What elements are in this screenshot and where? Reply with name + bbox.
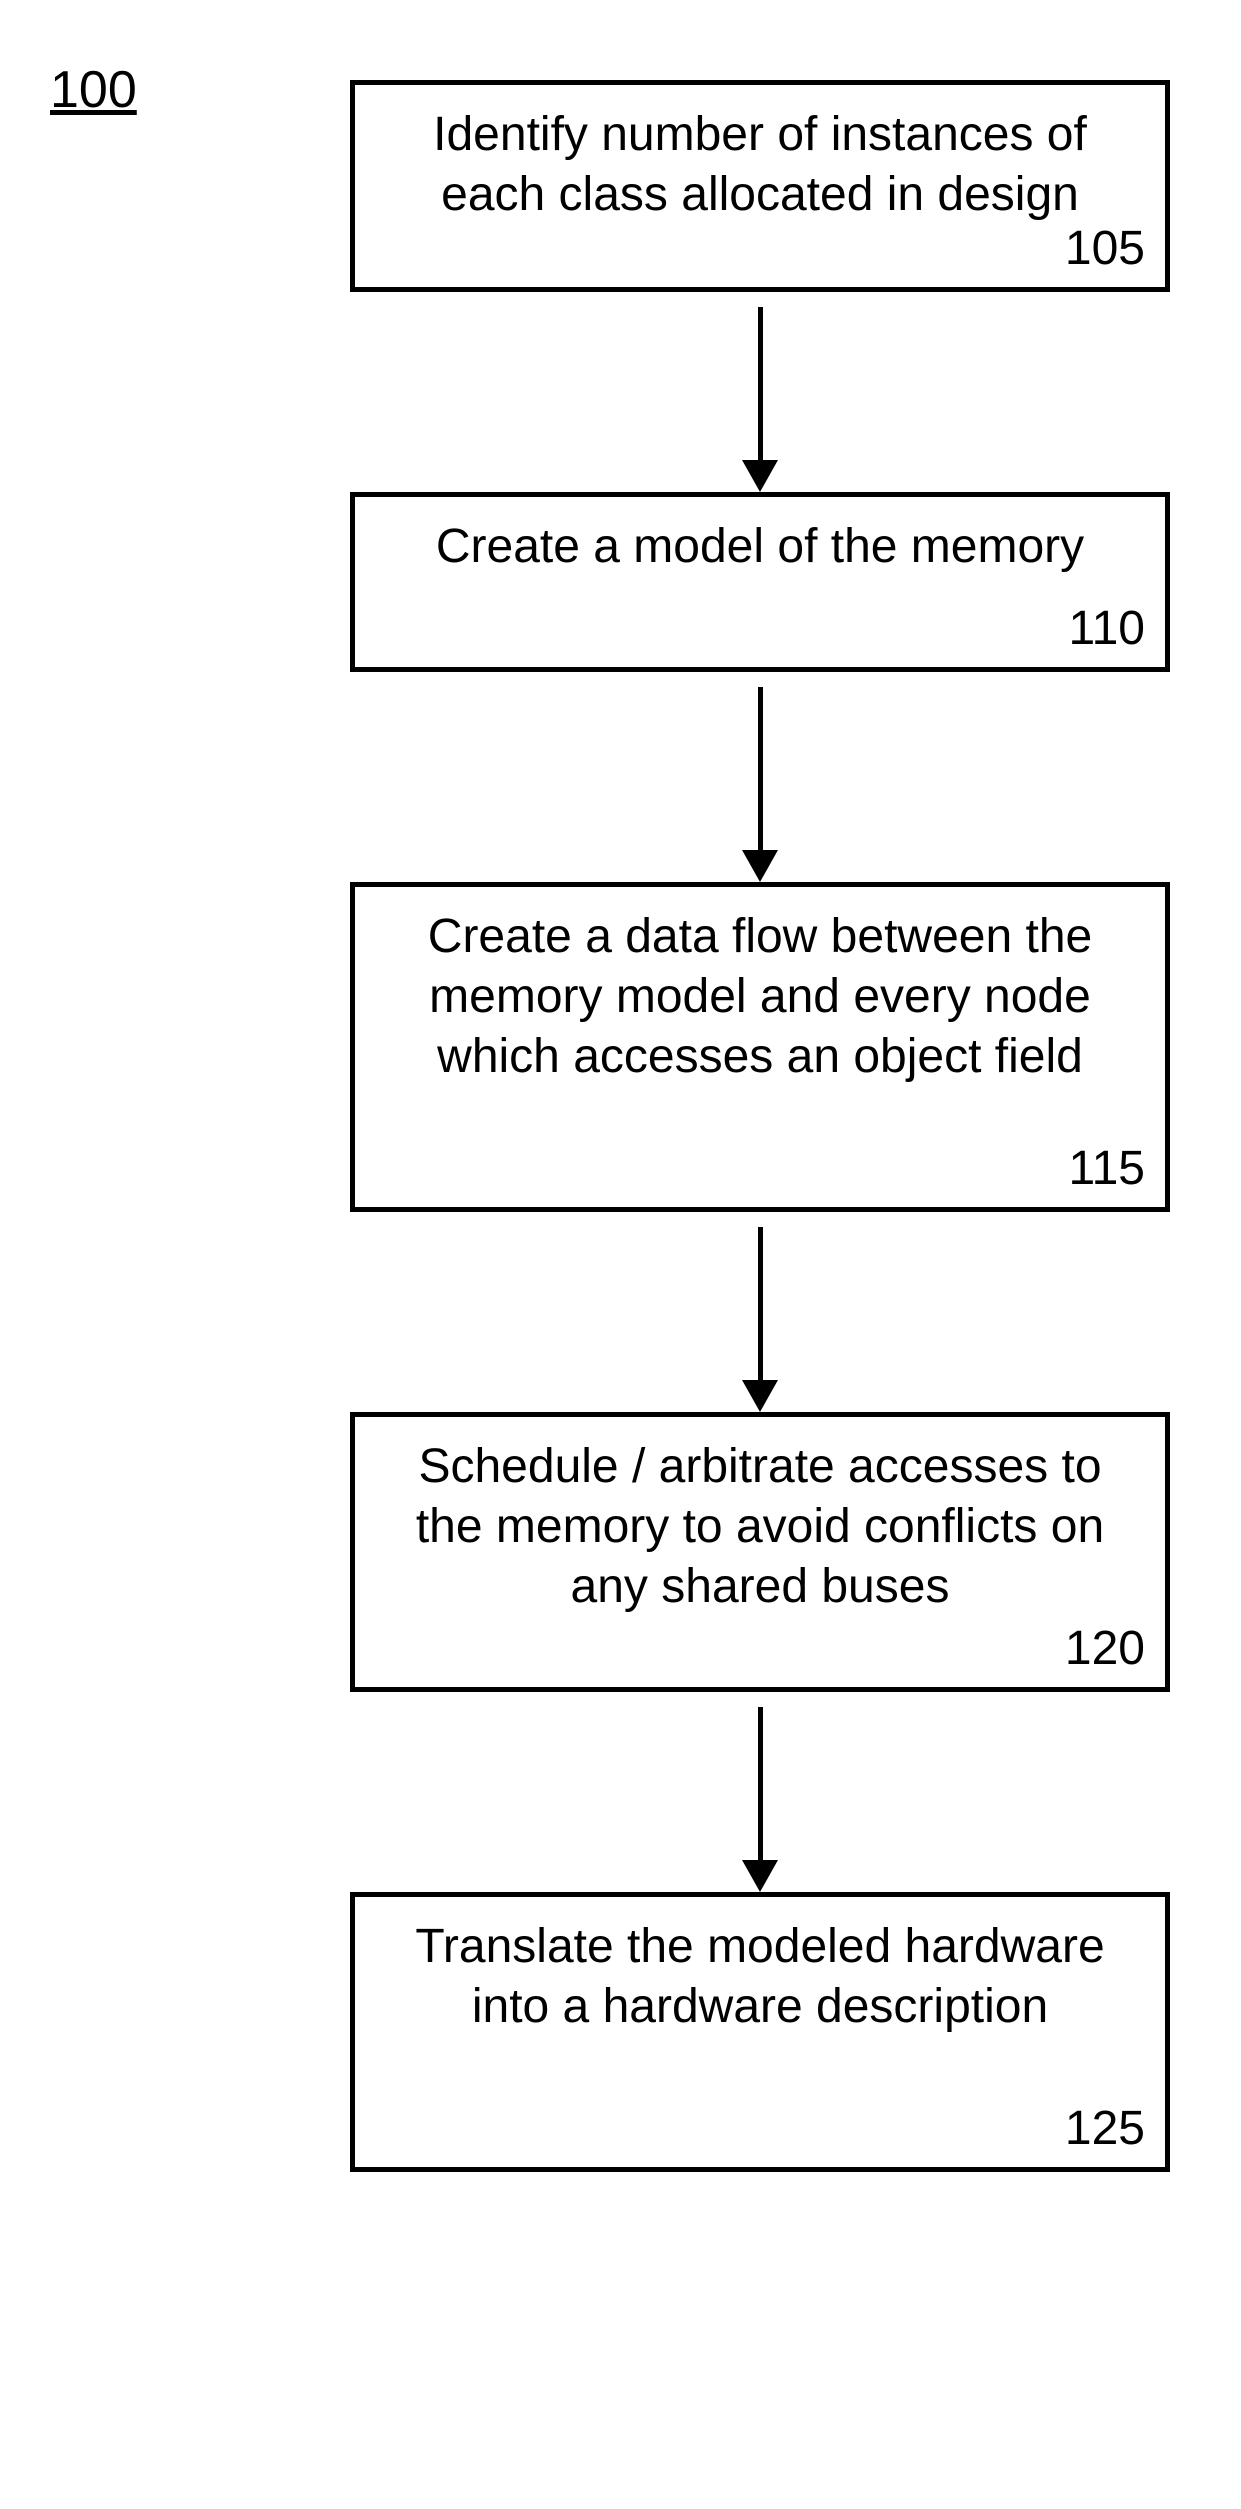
flowchart-container: Identify number of instances of each cla… [350, 80, 1170, 2172]
step-number: 110 [1068, 599, 1145, 659]
diagram-reference-number: 100 [50, 60, 137, 120]
step-box-120: Schedule / arbitrate accesses to the mem… [350, 1412, 1170, 1692]
arrow-icon [758, 292, 763, 492]
step-text: Create a data flow between the memory mo… [385, 907, 1135, 1087]
step-number: 115 [1068, 1139, 1145, 1199]
step-text: Translate the modeled hardware into a ha… [385, 1917, 1135, 2037]
step-box-110: Create a model of the memory 110 [350, 492, 1170, 672]
step-text: Create a model of the memory [385, 517, 1135, 577]
step-box-115: Create a data flow between the memory mo… [350, 882, 1170, 1212]
step-box-105: Identify number of instances of each cla… [350, 80, 1170, 292]
step-number: 120 [1065, 1619, 1145, 1679]
arrow-icon [758, 1692, 763, 1892]
step-box-125: Translate the modeled hardware into a ha… [350, 1892, 1170, 2172]
step-text: Identify number of instances of each cla… [385, 105, 1135, 225]
arrow-icon [758, 1212, 763, 1412]
step-number: 125 [1065, 2099, 1145, 2159]
arrow-icon [758, 672, 763, 882]
step-number: 105 [1065, 219, 1145, 279]
step-text: Schedule / arbitrate accesses to the mem… [385, 1437, 1135, 1617]
